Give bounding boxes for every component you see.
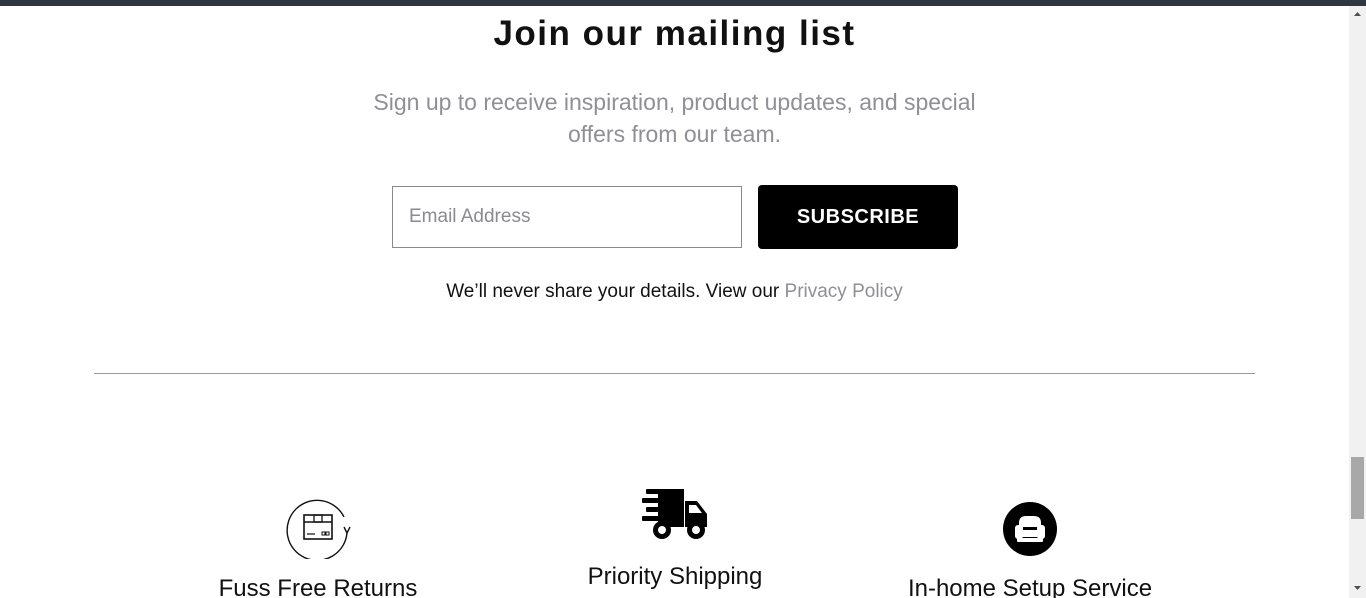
privacy-note-text: We’ll never share your details. View our: [446, 281, 780, 302]
box-return-icon: [286, 499, 351, 559]
scroll-down-arrow-icon[interactable]: [1349, 579, 1366, 596]
privacy-policy-link[interactable]: Privacy Policy: [785, 281, 903, 302]
feature-label-setup: In-home Setup Service: [907, 575, 1153, 598]
subscribe-button[interactable]: SUBSCRIBE: [758, 185, 958, 249]
section-divider: [94, 373, 1255, 374]
delivery-truck-icon: [642, 489, 707, 539]
mailing-list-subtitle: Sign up to receive inspiration, product …: [373, 89, 976, 147]
page-content: Join our mailing list Sign up to receive…: [0, 6, 1349, 598]
privacy-note: We’ll never share your details. View our…: [0, 281, 1349, 303]
feature-label-returns: Fuss Free Returns: [218, 575, 418, 598]
scrollbar-thumb[interactable]: [1351, 457, 1364, 519]
mailing-list-title: Join our mailing list: [493, 14, 856, 53]
scroll-up-arrow-icon[interactable]: [1349, 6, 1366, 23]
armchair-icon: [1003, 502, 1057, 556]
vertical-scrollbar[interactable]: [1349, 6, 1366, 598]
email-address-input[interactable]: [392, 186, 742, 248]
feature-label-shipping: Priority Shipping: [587, 563, 763, 590]
